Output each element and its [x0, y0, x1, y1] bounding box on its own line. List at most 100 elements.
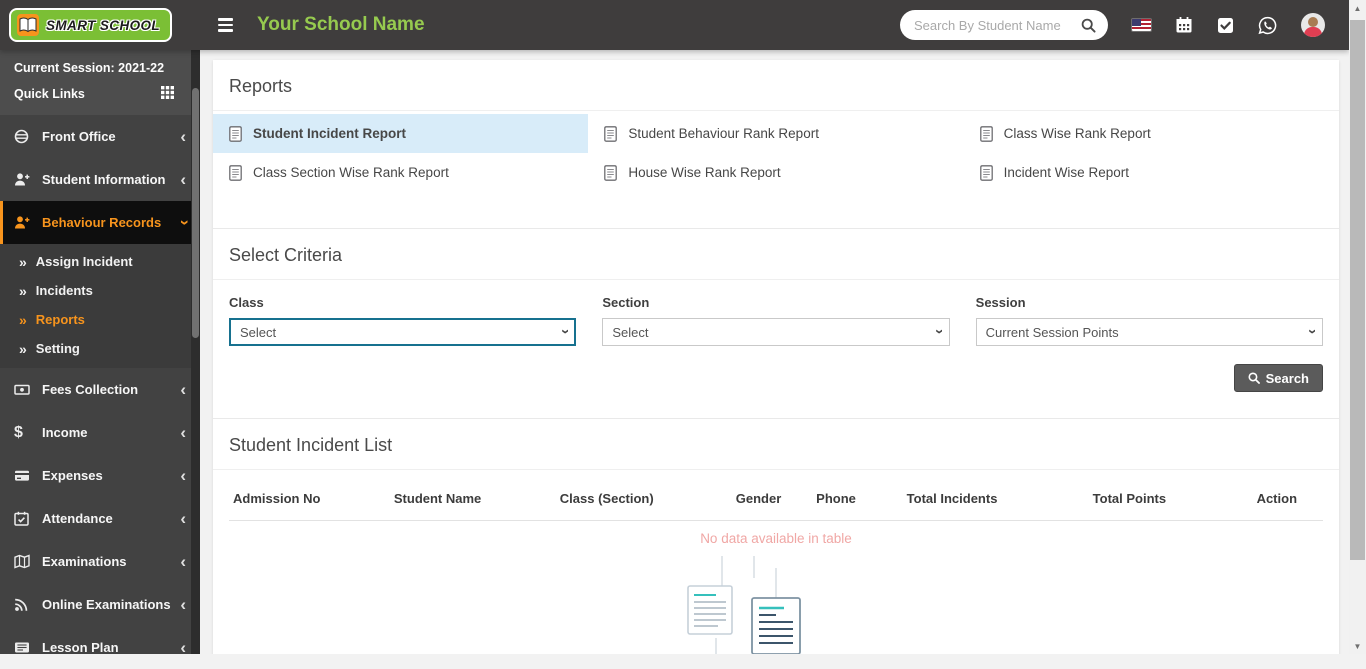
chevron-left-icon: ‹ — [180, 170, 186, 189]
session-label: Session — [975, 295, 1026, 310]
logo-pill: SMART SCHOOL — [9, 8, 173, 42]
double-arrow-icon: » — [19, 311, 27, 328]
table-header-row: Admission No Student Name Class (Section… — [229, 476, 1323, 521]
sidebar-menu: Front Office ‹ Student Information ‹ Beh… — [0, 115, 200, 669]
student-incident-table: Admission No Student Name Class (Section… — [229, 476, 1323, 548]
double-arrow-icon: » — [19, 340, 27, 357]
task-check-icon[interactable] — [1217, 17, 1234, 34]
chevron-left-icon: ‹ — [180, 380, 186, 399]
sidebar: Current Session: 2021-22 Quick Links Fro… — [0, 50, 200, 656]
section-select[interactable]: Select — [602, 318, 950, 346]
class-field: Class Select ‹ — [229, 295, 577, 346]
sidebar-item-label: Student Information — [42, 172, 166, 187]
sidebar-scrollbar[interactable] — [191, 50, 200, 654]
content-card: Reports Student Incident Report Student … — [213, 60, 1339, 654]
empty-state-illustration — [213, 548, 1339, 654]
empty-row: No data available in table — [229, 521, 1323, 549]
sidebar-scrollbar-thumb[interactable] — [192, 88, 199, 338]
sidebar-item-label: Attendance — [42, 511, 113, 526]
sidebar-item-label: Examinations — [42, 554, 127, 569]
column-header-action[interactable]: Action — [1252, 476, 1323, 521]
column-header-total-points[interactable]: Total Points — [1088, 476, 1253, 521]
sidebar-item-income[interactable]: $ Income ‹ — [0, 411, 200, 454]
quick-links-label: Quick Links — [14, 87, 85, 101]
sidebar-item-attendance[interactable]: Attendance ‹ — [0, 497, 200, 540]
column-header-total-incidents[interactable]: Total Incidents — [902, 476, 1089, 521]
quick-links[interactable]: Quick Links — [14, 86, 186, 102]
class-select[interactable]: Select — [229, 318, 577, 346]
main-scrollbar[interactable]: ▲ ▼ — [1349, 0, 1366, 654]
sidebar-item-online-examinations[interactable]: Online Examinations ‹ — [0, 583, 200, 626]
double-arrow-icon: » — [19, 282, 27, 299]
report-link-label: Student Incident Report — [253, 126, 406, 141]
session-select[interactable]: Current Session Points — [975, 318, 1323, 346]
student-information-icon — [14, 172, 42, 187]
logo-text: SMART SCHOOL — [46, 17, 161, 33]
chevron-left-icon: ‹ — [180, 466, 186, 485]
submenu-item-reports[interactable]: » Reports — [0, 305, 200, 334]
search-button[interactable]: Search — [1233, 364, 1323, 392]
student-incident-table-wrap: Admission No Student Name Class (Section… — [213, 470, 1339, 548]
submenu-item-incidents[interactable]: » Incidents — [0, 276, 200, 305]
chevron-left-icon: ‹ — [180, 552, 186, 571]
reports-section-title: Reports — [213, 60, 1339, 111]
student-search-input[interactable] — [912, 16, 1075, 34]
main-content: Reports Student Incident Report Student … — [200, 50, 1349, 654]
sidebar-item-label: Expenses — [42, 468, 103, 483]
sidebar-item-behaviour-records[interactable]: Behaviour Records ‹ — [0, 201, 200, 244]
sidebar-item-lesson-plan[interactable]: Lesson Plan ‹ — [0, 626, 200, 669]
report-link-student-behaviour-rank[interactable]: Student Behaviour Rank Report — [588, 114, 963, 153]
report-link-student-incident[interactable]: Student Incident Report — [213, 114, 589, 153]
report-link-house-wise-rank[interactable]: House Wise Rank Report — [588, 153, 963, 192]
search-icon[interactable] — [1081, 18, 1096, 33]
top-navbar: SMART SCHOOL Your School Name — [0, 0, 1349, 50]
online-examinations-icon — [14, 597, 42, 612]
scroll-up-arrow[interactable]: ▲ — [1349, 0, 1366, 16]
whatsapp-icon[interactable] — [1258, 16, 1277, 35]
behaviour-records-icon — [14, 215, 42, 230]
report-link-class-section-wise-rank[interactable]: Class Section Wise Rank Report — [213, 153, 588, 192]
search-button-label: Search — [1265, 370, 1309, 386]
submenu-item-assign-incident[interactable]: » Assign Incident — [0, 247, 200, 276]
calendar-icon[interactable] — [1175, 16, 1193, 34]
session-block: Current Session: 2021-22 Quick Links — [0, 50, 200, 115]
column-header-phone[interactable]: Phone — [812, 476, 903, 521]
report-link-label: Incident Wise Report — [1003, 165, 1129, 180]
sidebar-item-expenses[interactable]: Expenses ‹ — [0, 454, 200, 497]
double-arrow-icon: » — [19, 253, 27, 270]
report-link-class-wise-rank[interactable]: Class Wise Rank Report — [964, 114, 1339, 153]
fees-collection-icon — [14, 382, 42, 397]
student-list-section-title: Student Incident List — [213, 419, 1339, 470]
session-field: Session Current Session Points ‹ — [975, 295, 1323, 346]
submenu-item-label: Setting — [35, 341, 80, 356]
column-header-gender[interactable]: Gender — [731, 476, 813, 521]
report-link-incident-wise[interactable]: Incident Wise Report — [964, 153, 1339, 192]
sidebar-item-examinations[interactable]: Examinations ‹ — [0, 540, 200, 583]
scroll-down-arrow[interactable]: ▼ — [1349, 638, 1366, 654]
navbar-right — [900, 10, 1349, 40]
sidebar-item-label: Front Office — [42, 129, 116, 144]
submenu-item-setting[interactable]: » Setting — [0, 334, 200, 363]
language-flag-icon[interactable] — [1132, 19, 1151, 31]
sidebar-item-fees-collection[interactable]: Fees Collection ‹ — [0, 368, 200, 411]
grid-icon — [161, 86, 174, 102]
column-header-admission-no[interactable]: Admission No — [229, 476, 390, 521]
sidebar-item-label: Income — [42, 425, 88, 440]
app-logo[interactable]: SMART SCHOOL — [0, 8, 200, 42]
hamburger-menu-icon[interactable] — [214, 14, 237, 36]
sidebar-item-label: Lesson Plan — [42, 640, 119, 655]
column-header-student-name[interactable]: Student Name — [389, 476, 556, 521]
sidebar-item-student-information[interactable]: Student Information ‹ — [0, 158, 200, 201]
column-header-class-section[interactable]: Class (Section) — [555, 476, 732, 521]
sidebar-item-label: Fees Collection — [42, 382, 139, 397]
sidebar-item-front-office[interactable]: Front Office ‹ — [0, 115, 200, 158]
front-office-icon — [14, 129, 42, 144]
book-icon — [15, 12, 41, 38]
submenu-item-label: Assign Incident — [35, 254, 133, 269]
attendance-icon — [14, 511, 42, 526]
main-scrollbar-thumb[interactable] — [1350, 20, 1365, 560]
behaviour-records-submenu: » Assign Incident » Incidents » Reports … — [0, 244, 200, 368]
user-avatar[interactable] — [1301, 13, 1325, 37]
submenu-item-label: Reports — [35, 312, 85, 327]
criteria-form: Class Select ‹ Section Select ‹ Session … — [213, 280, 1339, 346]
